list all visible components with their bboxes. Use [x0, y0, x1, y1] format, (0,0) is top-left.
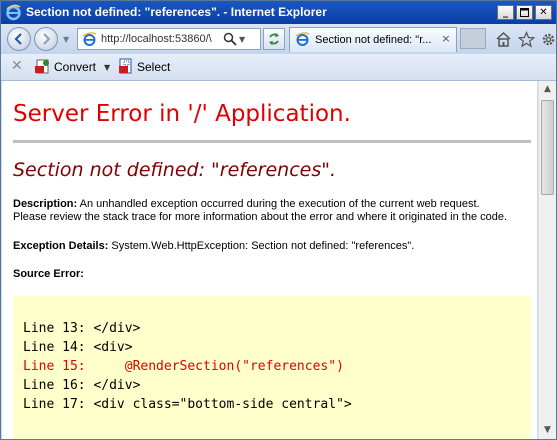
exception-label: Exception Details:: [13, 240, 109, 252]
source-code-box: Line 13: </div> Line 14: <div> Line 15: …: [13, 296, 531, 439]
minimize-icon: _: [503, 7, 508, 18]
close-toolbar-icon[interactable]: ✕: [11, 58, 23, 74]
command-bar: ✕ Convert ▼ Select: [1, 54, 556, 81]
close-window-button[interactable]: ✕: [535, 5, 552, 20]
code-line: Line 13: </div>: [23, 321, 141, 336]
vertical-scrollbar[interactable]: ▲ ▼: [538, 81, 556, 439]
navigation-bar: ▼ http://localhost:53860/\ ▼ Section not…: [1, 24, 556, 54]
favorites-star-icon[interactable]: [518, 31, 535, 48]
search-icon[interactable]: [223, 32, 237, 46]
tab-title: Section not defined: "r...: [315, 34, 432, 46]
tab-close-icon[interactable]: ×: [440, 33, 452, 45]
refresh-icon: [269, 33, 279, 45]
home-icon[interactable]: [495, 31, 512, 48]
divider: [13, 140, 531, 143]
select-button[interactable]: Select: [137, 60, 170, 74]
tab-active[interactable]: Section not defined: "r... ×: [289, 27, 457, 52]
address-dropdown-icon[interactable]: ▼: [239, 35, 245, 44]
scrollbar-thumb[interactable]: [541, 100, 554, 195]
maximize-icon: [520, 8, 529, 17]
history-dropdown-icon[interactable]: ▼: [63, 35, 69, 44]
compatibility-refresh-button[interactable]: [263, 28, 285, 50]
ie-page-icon: [295, 32, 310, 46]
code-line: Line 16: </div>: [23, 378, 141, 393]
description-line-1: An unhandled exception occurred during t…: [79, 198, 480, 210]
source-error-label: Source Error:: [13, 268, 84, 280]
close-icon: ✕: [539, 7, 548, 18]
description-line-2: Please review the stack trace for more i…: [13, 211, 508, 223]
code-line: Line 14: <div>: [23, 340, 133, 355]
address-url[interactable]: http://localhost:53860/\: [101, 33, 221, 45]
minimize-button[interactable]: _: [497, 5, 514, 20]
ie-logo-icon: [6, 4, 21, 21]
convert-dropdown-icon[interactable]: ▼: [104, 63, 110, 72]
new-tab-button[interactable]: [460, 28, 486, 49]
convert-button[interactable]: Convert: [54, 60, 96, 74]
forward-button[interactable]: [34, 27, 58, 51]
maximize-button[interactable]: [516, 5, 533, 20]
page-content: Server Error in '/' Application. Section…: [2, 81, 537, 439]
forward-icon: [43, 33, 51, 45]
code-line: Line 17: <div class="bottom-side central…: [23, 397, 352, 412]
ie-page-icon: [82, 32, 97, 46]
convert-pdf-icon[interactable]: [34, 58, 51, 75]
exception-details: Exception Details: System.Web.HttpExcept…: [13, 240, 414, 253]
address-bar[interactable]: http://localhost:53860/\ ▼: [77, 28, 261, 50]
title-bar: Section not defined: "references". - Int…: [1, 1, 556, 24]
code-line-error: Line 15: @RenderSection("references"): [23, 359, 344, 374]
back-icon: [14, 33, 22, 45]
gear-icon[interactable]: [540, 31, 557, 48]
description-paragraph: Description: An unhandled exception occu…: [13, 198, 507, 224]
back-button[interactable]: [7, 27, 31, 51]
browser-window: Section not defined: "references". - Int…: [0, 0, 557, 440]
select-pdf-icon[interactable]: [118, 58, 135, 75]
exception-text: System.Web.HttpException: Section not de…: [111, 240, 415, 252]
description-label: Description:: [13, 198, 78, 210]
scroll-down-icon[interactable]: ▼: [539, 422, 556, 439]
window-title: Section not defined: "references". - Int…: [26, 5, 327, 19]
scroll-up-icon[interactable]: ▲: [539, 81, 556, 98]
page-title: Server Error in '/' Application.: [13, 101, 351, 127]
error-subheading: Section not defined: "references".: [13, 159, 337, 181]
